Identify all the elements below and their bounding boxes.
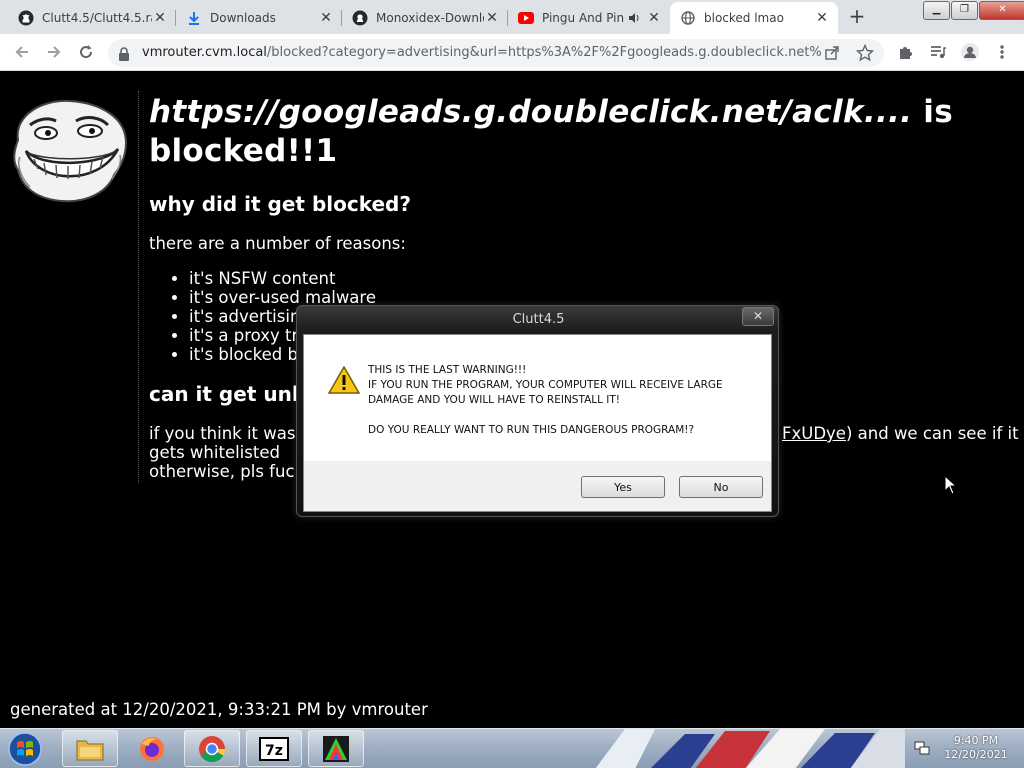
tab-title: Clutt4.5/Clutt4.5.rar <box>42 11 152 25</box>
dialog-close-button[interactable]: ✕ <box>742 307 774 326</box>
youtube-icon <box>518 10 534 26</box>
reload-icon <box>80 45 93 59</box>
taskbar-firefox[interactable] <box>124 730 180 767</box>
unblock-heading: can it get unb <box>149 382 307 406</box>
close-tab-icon[interactable]: ✕ <box>152 10 168 26</box>
tab-title: blocked lmao <box>704 11 784 25</box>
warning-dialog[interactable]: Clutt4.5 ✕ THIS IS THE LAST WARNING!!! I… <box>296 305 779 517</box>
page-title: https://googleads.g.doubleclick.net/aclk… <box>149 93 1014 171</box>
tab-monoxidex[interactable]: Monoxidex-Download ✕ <box>342 4 508 32</box>
reasons-intro: there are a number of reasons: <box>149 234 406 253</box>
clock-date: 12/20/2021 <box>944 748 1008 761</box>
close-tab-icon[interactable]: ✕ <box>484 10 500 26</box>
blocked-url: https://googleads.g.doubleclick.net/aclk… <box>149 94 913 130</box>
playlist-icon <box>931 46 946 59</box>
unblock-text-right: FxUDye) and we can see if it <box>782 424 1019 443</box>
taskbar-chrome[interactable] <box>184 730 240 767</box>
forward-arrow-icon <box>48 46 61 58</box>
app-icon <box>323 735 349 762</box>
profile-button[interactable] <box>958 40 982 64</box>
github-icon <box>352 10 368 26</box>
taskbar-app[interactable] <box>308 730 364 767</box>
url-path: /blocked?category=advertising&url=https%… <box>266 45 822 60</box>
lock-icon[interactable] <box>118 46 130 65</box>
network-tray-icon[interactable] <box>914 740 930 756</box>
tab-pingu[interactable]: Pingu And Pinga ✕ <box>508 4 670 32</box>
why-heading: why did it get blocked? <box>149 192 411 216</box>
tab-blocked[interactable]: blocked lmao ✕ <box>670 2 838 34</box>
maximize-button[interactable]: ❐ <box>951 1 978 20</box>
audio-playing-icon[interactable] <box>626 10 642 26</box>
close-window-button[interactable]: ✕ <box>979 1 1024 20</box>
unblock-text-end: ) and we can see if it <box>845 424 1019 443</box>
no-button[interactable]: No <box>679 476 763 498</box>
window-controls: ▁ ❐ ✕ <box>923 1 1024 20</box>
globe-icon <box>680 10 696 26</box>
7zip-icon: 7z <box>259 736 289 761</box>
file-explorer-icon <box>76 740 104 760</box>
troll-face-image <box>13 99 128 203</box>
kebab-menu-icon <box>1000 45 1004 59</box>
dialog-body: THIS IS THE LAST WARNING!!! IF YOU RUN T… <box>303 334 772 512</box>
profile-avatar-icon <box>961 43 979 61</box>
tab-strip: Clutt4.5/Clutt4.5.rar ✕ Downloads ✕ Mono… <box>0 0 1024 34</box>
browser-toolbar: vmrouter.cvm.local/blocked?category=adve… <box>0 34 1024 71</box>
back-button[interactable] <box>10 40 34 64</box>
dialog-message: THIS IS THE LAST WARNING!!! IF YOU RUN T… <box>368 364 723 436</box>
media-controls-button[interactable] <box>926 40 950 64</box>
url-host: vmrouter.cvm.local <box>142 45 267 60</box>
browser-menu-button[interactable] <box>990 40 1014 64</box>
tab-title: Downloads <box>210 11 276 25</box>
tab-downloads[interactable]: Downloads ✕ <box>176 4 342 32</box>
tab-title: Pingu And Pinga <box>542 11 624 25</box>
address-bar[interactable]: vmrouter.cvm.local/blocked?category=adve… <box>108 39 884 67</box>
tab-clutt[interactable]: Clutt4.5/Clutt4.5.rar ✕ <box>8 4 176 32</box>
taskbar-7zip[interactable]: 7z <box>246 730 302 767</box>
otherwise-text: otherwise, pls fuck <box>149 462 305 481</box>
extensions-button[interactable] <box>894 40 918 64</box>
close-tab-icon[interactable]: ✕ <box>318 10 334 26</box>
dialog-message-area: THIS IS THE LAST WARNING!!! IF YOU RUN T… <box>304 335 771 461</box>
unblock-text-start: if you think it was <box>149 424 296 443</box>
download-icon <box>186 10 202 26</box>
minimize-button[interactable]: ▁ <box>923 1 950 20</box>
reload-button[interactable] <box>74 40 98 64</box>
tab-title: Monoxidex-Download <box>376 11 484 25</box>
close-tab-icon[interactable]: ✕ <box>814 10 830 26</box>
firefox-icon <box>140 736 164 761</box>
divider-line <box>138 91 139 483</box>
mouse-cursor-icon <box>944 475 958 495</box>
bookmark-star-icon[interactable] <box>855 43 875 66</box>
taskbar: 7z 9:40 PM 12/20/2021 <box>0 728 1024 768</box>
clock-time: 9:40 PM <box>953 734 999 747</box>
dialog-title: Clutt4.5 <box>512 312 565 327</box>
url-text: vmrouter.cvm.local/blocked?category=adve… <box>142 45 822 60</box>
taskbar-clock[interactable]: 9:40 PM 12/20/2021 <box>936 734 1016 762</box>
yes-button[interactable]: Yes <box>581 476 665 498</box>
windows-orb-icon <box>8 732 42 766</box>
footer-text: generated at 12/20/2021, 9:33:21 PM by v… <box>10 700 428 719</box>
forward-button[interactable] <box>42 40 66 64</box>
chrome-icon <box>199 735 226 762</box>
list-item: it's NSFW content <box>189 269 376 288</box>
github-icon <box>18 10 34 26</box>
contact-link[interactable]: FxUDye <box>782 424 846 443</box>
share-icon[interactable] <box>824 45 840 65</box>
warning-triangle-icon <box>328 366 360 394</box>
start-button[interactable] <box>4 730 46 768</box>
desktop-wallpaper-fragment <box>595 729 905 768</box>
page-content: https://googleads.g.doubleclick.net/aclk… <box>149 71 1019 481</box>
puzzle-icon <box>900 47 912 59</box>
back-arrow-icon <box>15 46 28 58</box>
new-tab-button[interactable]: + <box>846 6 868 28</box>
taskbar-explorer[interactable] <box>62 730 118 767</box>
close-tab-icon[interactable]: ✕ <box>646 10 662 26</box>
unblock-line2: gets whitelisted <box>149 443 280 462</box>
